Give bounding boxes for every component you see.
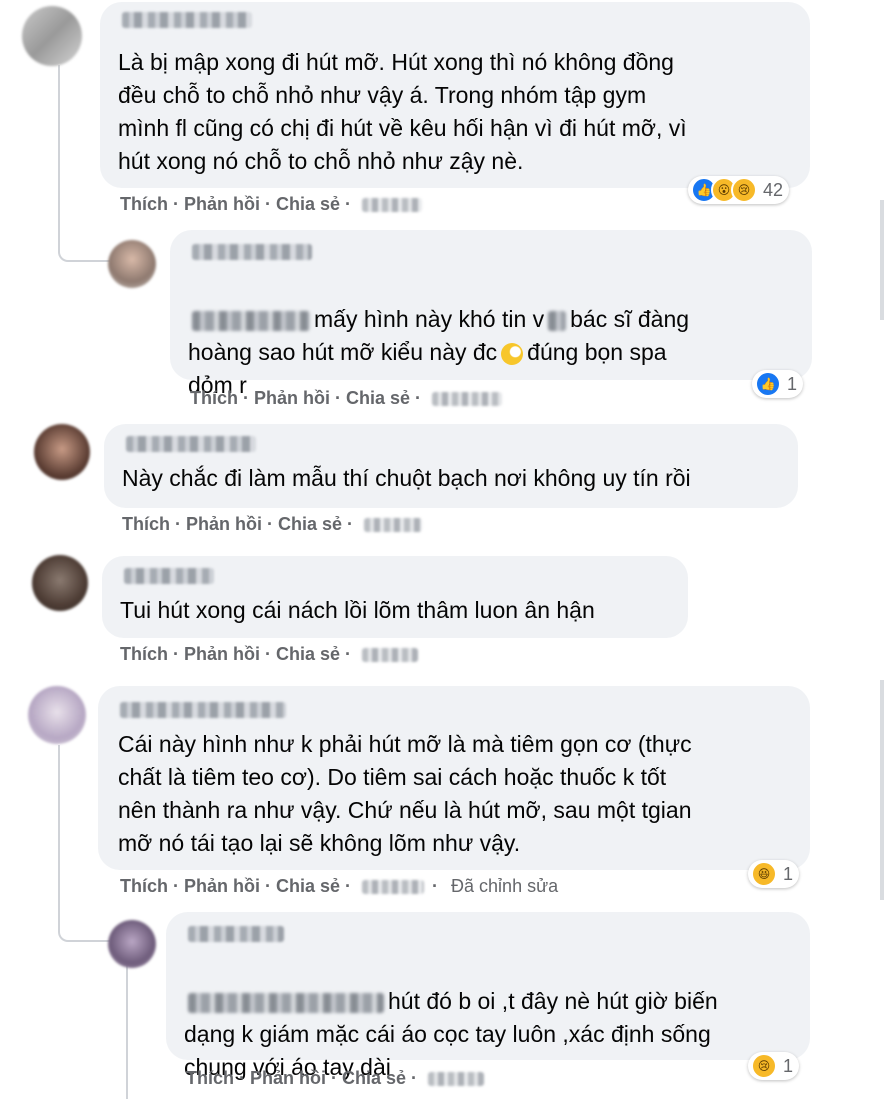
timestamp[interactable]: [432, 391, 503, 406]
reaction-count: 1: [787, 373, 798, 394]
reply-button[interactable]: Phản hồi: [184, 876, 260, 897]
reply-button[interactable]: Phản hồi: [254, 388, 330, 409]
timestamp[interactable]: [362, 647, 419, 662]
reply-button[interactable]: Phản hồi: [184, 194, 260, 215]
comment-text: mấy hình này khó tin v bác sĩ đàng hoàng s…: [188, 306, 690, 398]
edited-label[interactable]: Đã chỉnh sửa: [451, 876, 558, 897]
comment-bubble: hút đó b oi ,t đây nè hút giờ biến dạng k…: [166, 912, 810, 1080]
reaction-summary[interactable]: 😢 1: [748, 1052, 800, 1080]
comment-actions: Thích · Phản hồi · Chia sẻ · · Đã chỉnh …: [120, 876, 559, 897]
censored-word: [548, 310, 567, 331]
comment-bubble: Cái này hình như k phải hút mỡ là mà tiê…: [98, 686, 810, 870]
share-button[interactable]: Chia sẻ: [342, 1068, 406, 1089]
share-button[interactable]: Chia sẻ: [276, 876, 340, 897]
timestamp[interactable]: [364, 517, 423, 532]
comment-actions: Thích · Phản hồi · Chia sẻ ·: [186, 1068, 485, 1089]
avatar[interactable]: [32, 555, 88, 611]
reaction-summary[interactable]: 👍 😮 😢 42: [688, 176, 790, 204]
author-name[interactable]: [120, 702, 286, 718]
avatar[interactable]: [28, 686, 86, 744]
like-button[interactable]: Thích: [120, 644, 168, 665]
comment-bubble: Này chắc đi làm mẫu thí chuột bạch nơi k…: [104, 424, 798, 508]
comment-text: Cái này hình như k phải hút mỡ là mà tiê…: [118, 731, 692, 856]
reaction-summary[interactable]: 👍 1: [752, 370, 804, 398]
moon-emoji-icon: [501, 342, 524, 365]
reaction-count: 42: [763, 179, 784, 200]
thread-line: [58, 745, 60, 895]
comment-bubble: Tui hút xong cái nách lồi lõm thâm luon …: [102, 556, 688, 638]
comment-text: Là bị mập xong đi hút mỡ. Hút xong thì n…: [118, 49, 687, 174]
share-button[interactable]: Chia sẻ: [346, 388, 410, 409]
timestamp[interactable]: [362, 879, 425, 894]
scroll-edge: [880, 680, 884, 900]
sad-icon: 😢: [751, 1053, 777, 1079]
comment-actions: Thích · Phản hồi · Chia sẻ ·: [120, 644, 419, 665]
scroll-edge: [880, 200, 884, 320]
comment-actions: Thích · Phản hồi · Chia sẻ ·: [120, 194, 423, 215]
like-button[interactable]: Thích: [186, 1068, 234, 1089]
comment-text: hút đó b oi ,t đây nè hút giờ biến dạng k…: [184, 988, 718, 1080]
reaction-count: 1: [783, 863, 794, 884]
author-name[interactable]: [124, 568, 214, 584]
timestamp[interactable]: [362, 197, 423, 212]
share-button[interactable]: Chia sẻ: [276, 644, 340, 665]
like-icon: 👍: [755, 371, 781, 397]
reply-button[interactable]: Phản hồi: [184, 644, 260, 665]
like-button[interactable]: Thích: [120, 876, 168, 897]
like-button[interactable]: Thích: [122, 514, 170, 535]
comment-actions: Thích · Phản hồi · Chia sẻ ·: [190, 388, 503, 409]
timestamp[interactable]: [428, 1071, 485, 1086]
mention[interactable]: [192, 310, 310, 331]
reply-button[interactable]: Phản hồi: [186, 514, 262, 535]
author-name[interactable]: [188, 926, 284, 942]
share-button[interactable]: Chia sẻ: [276, 194, 340, 215]
reaction-count: 1: [783, 1055, 794, 1076]
comment-text: Tui hút xong cái nách lồi lõm thâm luon …: [120, 597, 595, 623]
reaction-summary[interactable]: 😆 1: [748, 860, 800, 888]
like-button[interactable]: Thích: [190, 388, 238, 409]
reply-button[interactable]: Phản hồi: [250, 1068, 326, 1089]
thread-line: [126, 965, 128, 1099]
avatar[interactable]: [108, 920, 156, 968]
author-name[interactable]: [122, 12, 252, 28]
like-button[interactable]: Thích: [120, 194, 168, 215]
share-button[interactable]: Chia sẻ: [278, 514, 342, 535]
comment-actions: Thích · Phản hồi · Chia sẻ ·: [122, 514, 423, 535]
sad-icon: 😢: [731, 177, 757, 203]
comment-bubble: Là bị mập xong đi hút mỡ. Hút xong thì n…: [100, 2, 810, 188]
avatar[interactable]: [108, 240, 156, 288]
author-name[interactable]: [192, 244, 312, 260]
comment-text: Này chắc đi làm mẫu thí chuột bạch nơi k…: [122, 465, 691, 491]
author-name[interactable]: [126, 436, 256, 452]
thread-connector: [58, 890, 110, 942]
avatar[interactable]: [34, 424, 90, 480]
mention[interactable]: [188, 992, 384, 1013]
avatar[interactable]: [22, 6, 82, 66]
thread-connector: [58, 200, 110, 262]
comment-bubble: mấy hình này khó tin v bác sĩ đàng hoàng s…: [170, 230, 812, 398]
haha-icon: 😆: [751, 861, 777, 887]
